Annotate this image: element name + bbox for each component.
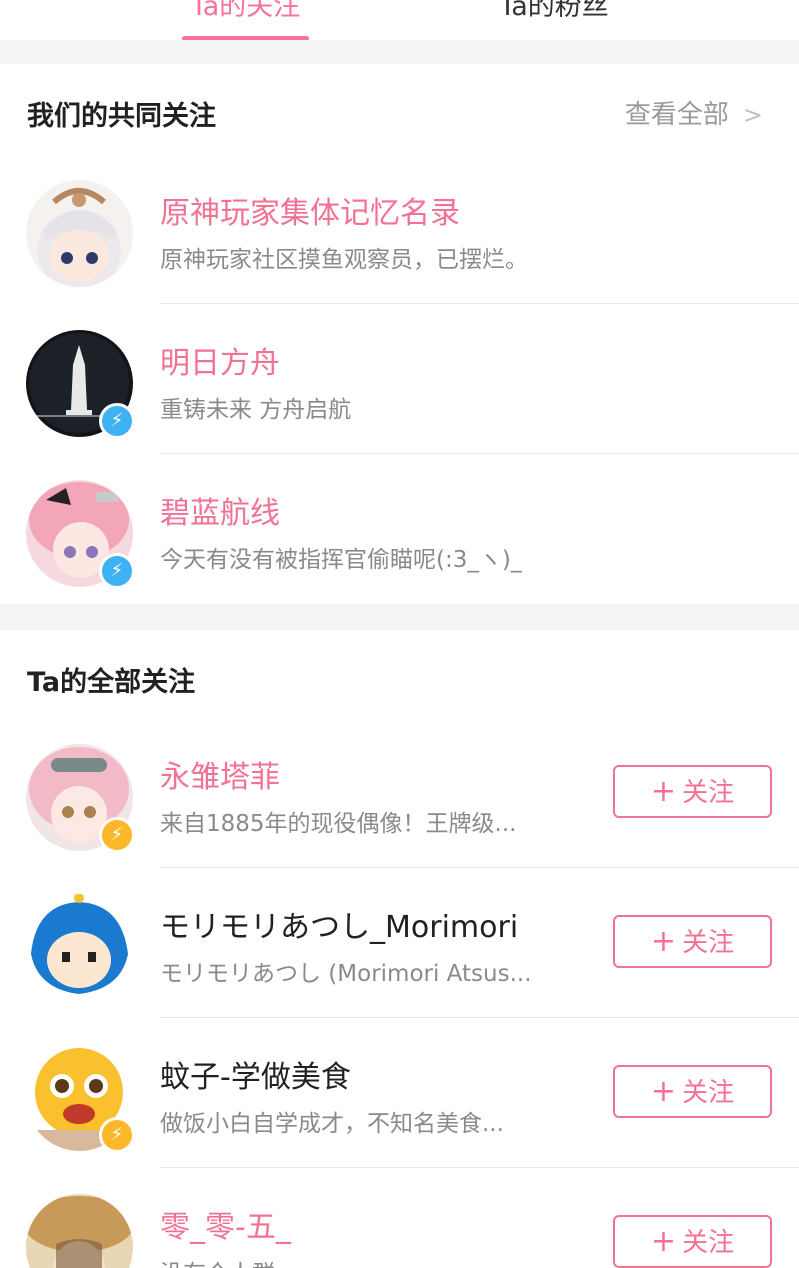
avatar[interactable]: ⚡ xyxy=(26,744,135,853)
view-all-label: 查看全部 xyxy=(624,100,729,130)
all-section-title: Ta的全部关注 xyxy=(27,667,196,698)
tab-bar: Ta的关注 Ta的粉丝 xyxy=(0,0,799,41)
follow-button[interactable]: + 关注 xyxy=(613,915,772,968)
lightning-icon: ⚡ xyxy=(99,1117,135,1153)
user-name[interactable]: 明日方舟 xyxy=(160,338,280,382)
follow-button-label: 关注 xyxy=(682,1228,735,1258)
user-description: 重铸未来 方舟启航 xyxy=(160,397,352,423)
avatar[interactable] xyxy=(26,1194,133,1268)
follow-button[interactable]: + 关注 xyxy=(613,1065,772,1118)
lightning-icon: ⚡ xyxy=(99,817,135,853)
user-description: 没有个人群 xyxy=(160,1254,275,1268)
user-description: モリモリあつし (Morimori Atsus... xyxy=(160,961,532,987)
section-gap xyxy=(0,40,799,64)
lightning-icon: ⚡ xyxy=(99,553,135,589)
tab-fans[interactable]: Ta的粉丝 xyxy=(490,0,618,23)
avatar[interactable]: ⚡ xyxy=(26,1044,135,1153)
list-item[interactable]: モリモリあつし_Morimori モリモリあつし (Morimori Atsus… xyxy=(0,868,799,1018)
user-name[interactable]: 碧蓝航线 xyxy=(160,488,280,532)
tab-following[interactable]: Ta的关注 xyxy=(182,0,309,23)
lightning-icon: ⚡ xyxy=(99,403,135,439)
plus-icon: + xyxy=(650,1224,677,1259)
list-item[interactable]: ⚡ 永雏塔菲 来自1885年的现役偶像！王牌级... + 关注 xyxy=(0,718,799,868)
user-name[interactable]: 原神玩家集体记忆名录 xyxy=(160,188,460,232)
list-item[interactable]: ⚡ 蚊子-学做美食 做饭小白自学成才，不知名美食... + 关注 xyxy=(0,1018,799,1168)
list-item[interactable]: 原神玩家集体记忆名录 原神玩家社区摸鱼观察员，已摆烂。 xyxy=(0,154,799,304)
follow-button-label: 关注 xyxy=(682,1078,735,1108)
user-description: 原神玩家社区摸鱼观察员，已摆烂。 xyxy=(160,247,528,273)
avatar[interactable] xyxy=(26,180,133,287)
follow-button[interactable]: + 关注 xyxy=(613,1215,772,1268)
avatar[interactable] xyxy=(26,894,133,1001)
avatar-zero-image xyxy=(26,1194,133,1268)
view-all-link[interactable]: 查看全部 > xyxy=(625,94,763,131)
follow-button[interactable]: + 关注 xyxy=(613,765,772,818)
plus-icon: + xyxy=(650,924,677,959)
list-item[interactable]: 零_零-五_ 没有个人群 +关注 xyxy=(0,1168,799,1268)
mutual-section-title: 我们的共同关注 xyxy=(27,101,216,132)
user-description: 来自1885年的现役偶像！王牌级... xyxy=(160,811,517,837)
user-name[interactable]: 蚊子-学做美食 xyxy=(160,1052,351,1096)
follow-button-label: 关注 xyxy=(682,778,735,808)
follow-button-label: 关注 xyxy=(682,928,735,958)
avatar-morimori-image xyxy=(26,894,133,1001)
plus-icon: + xyxy=(650,774,677,809)
plus-icon: + xyxy=(650,1074,677,1109)
user-name[interactable]: 零_零-五_ xyxy=(160,1202,291,1246)
avatar-paimon-image xyxy=(26,180,133,287)
avatar[interactable]: ⚡ xyxy=(26,480,135,589)
list-item[interactable]: ⚡ 明日方舟 重铸未来 方舟启航 xyxy=(0,304,799,454)
chevron-right-icon: > xyxy=(742,101,763,129)
user-description: 今天有没有被指挥官偷瞄呢(:3_ヽ)_ xyxy=(160,547,523,573)
section-gap xyxy=(0,604,799,630)
user-name[interactable]: モリモリあつし_Morimori xyxy=(160,902,518,946)
list-item[interactable]: ⚡ 碧蓝航线 今天有没有被指挥官偷瞄呢(:3_ヽ)_ xyxy=(0,454,799,604)
user-name[interactable]: 永雏塔菲 xyxy=(160,752,280,796)
user-description: 做饭小白自学成才，不知名美食... xyxy=(160,1111,504,1137)
avatar[interactable]: ⚡ xyxy=(26,330,135,439)
